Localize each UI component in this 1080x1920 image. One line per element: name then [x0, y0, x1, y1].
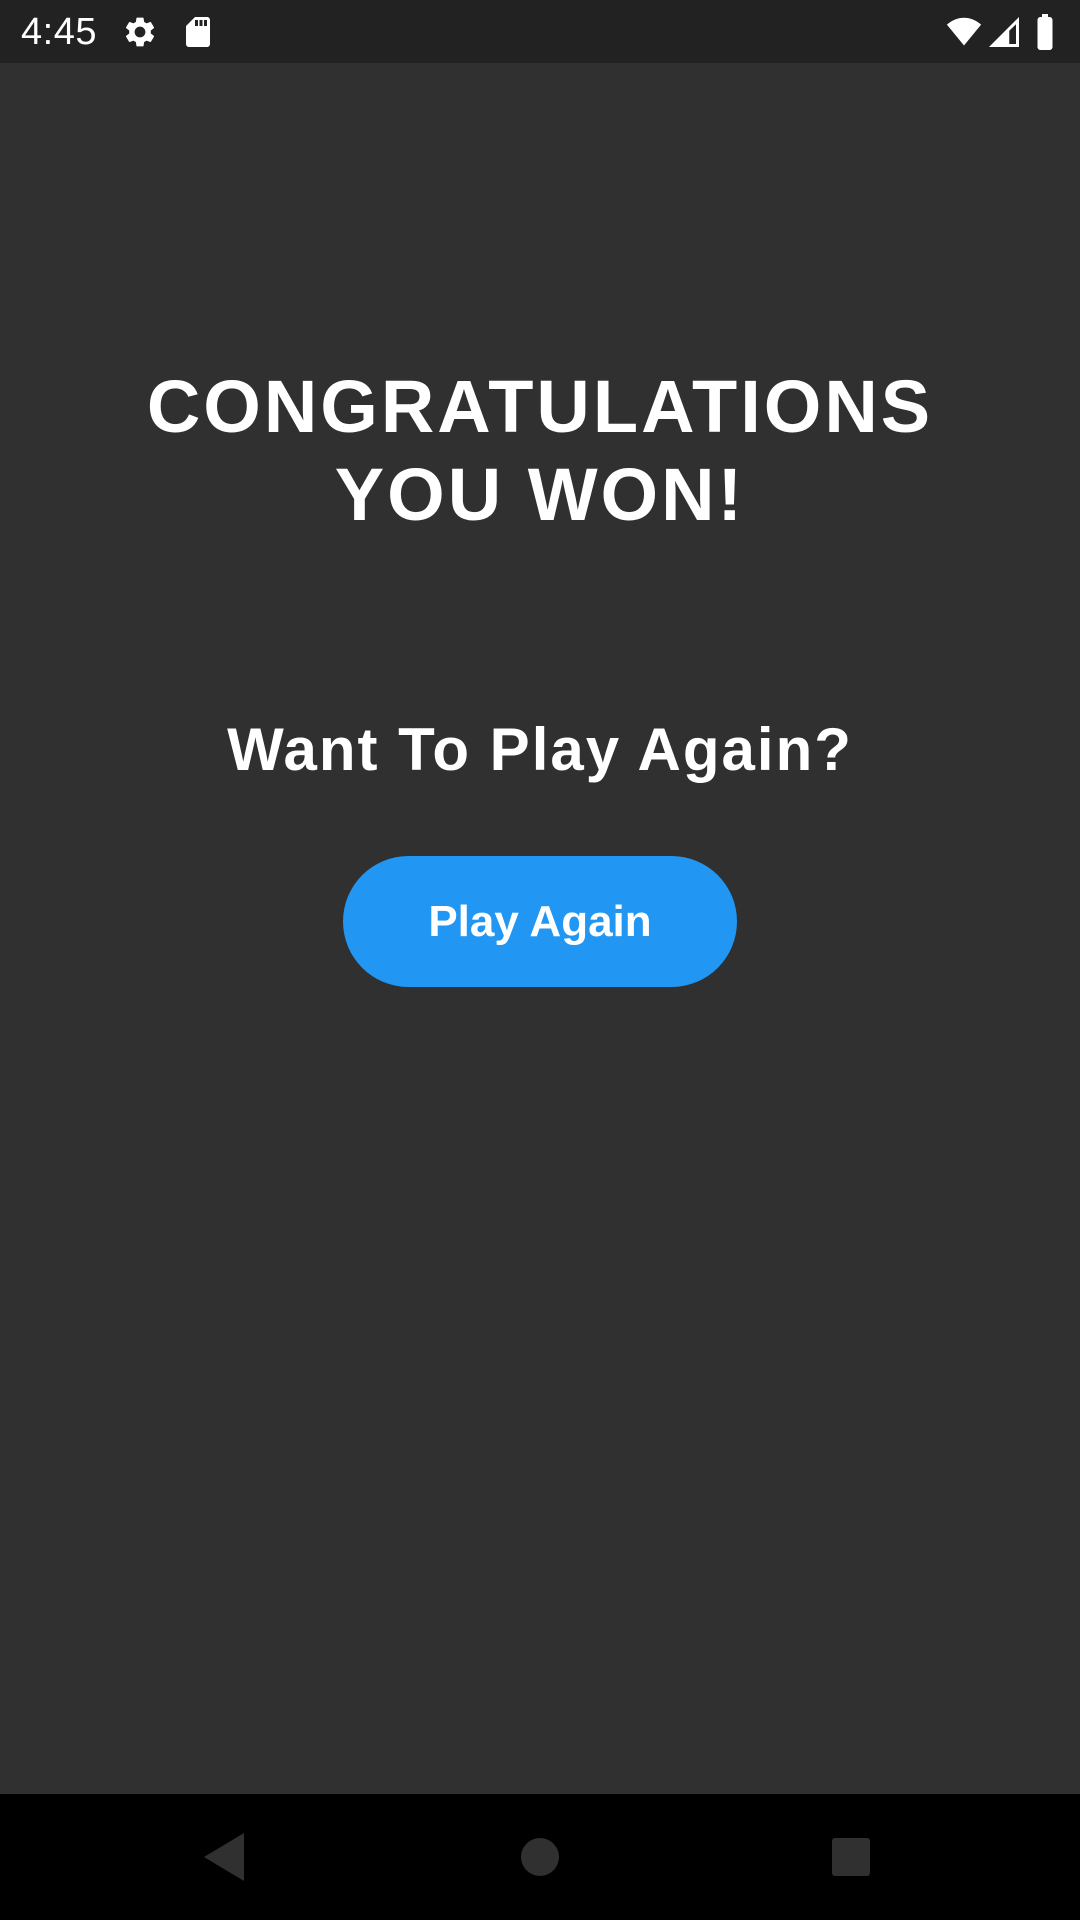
play-again-button[interactable]: Play Again	[343, 856, 737, 987]
battery-icon	[1030, 14, 1060, 50]
signal-icon	[986, 14, 1022, 50]
recents-icon[interactable]	[814, 1821, 886, 1893]
home-icon[interactable]	[504, 1821, 576, 1893]
sd-card-icon	[180, 14, 216, 50]
play-again-prompt: Want To Play Again?	[227, 716, 853, 783]
game-over-panel: CONGRATULATIONS YOU WON! Want To Play Ag…	[0, 63, 1080, 1794]
screen: 4:45 CONGRATULATIONS YOU WON! Want To Pl…	[0, 0, 1080, 1920]
congratulations-title: CONGRATULATIONS YOU WON!	[0, 363, 1080, 539]
title-line-1: CONGRATULATIONS	[146, 365, 934, 448]
title-line-2: YOU WON!	[334, 453, 746, 536]
status-bar: 4:45	[0, 0, 1080, 63]
status-time: 4:45	[21, 11, 97, 53]
settings-icon	[122, 14, 158, 50]
wifi-icon	[944, 14, 984, 50]
back-icon[interactable]	[190, 1821, 262, 1893]
navigation-bar	[0, 1794, 1080, 1920]
